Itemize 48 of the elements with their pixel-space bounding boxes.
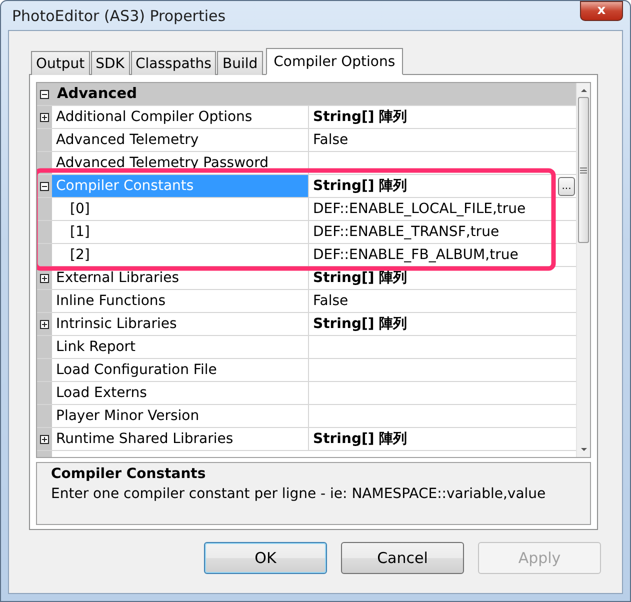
property-value: DEF::ENABLE_FB_ALBUM,true <box>313 247 518 263</box>
expand-icon[interactable] <box>40 434 49 444</box>
dialog-button[interactable]: Cancel <box>341 542 464 574</box>
description-title: Compiler Constants <box>51 466 207 482</box>
tab[interactable]: SDK <box>90 51 130 75</box>
property-name[interactable]: Load Externs <box>52 382 309 404</box>
collapse-icon[interactable] <box>40 182 49 190</box>
scroll-up-icon[interactable] <box>580 89 586 92</box>
tab[interactable]: Build <box>217 51 263 75</box>
property-name[interactable]: Load Configuration File <box>52 359 309 381</box>
category-label: Advanced <box>56 85 137 104</box>
collapse-icon[interactable] <box>40 90 49 98</box>
property-value: String[] 陣列 <box>313 315 408 333</box>
property-value: False <box>313 293 348 309</box>
scroll-thumb[interactable] <box>578 97 589 243</box>
property-value: String[] 陣列 <box>313 430 408 448</box>
tab[interactable]: Compiler Options <box>266 48 404 75</box>
property-name[interactable]: External Libraries <box>52 267 309 289</box>
property-name[interactable]: Advanced Telemetry <box>52 129 309 151</box>
property-value: DEF::ENABLE_TRANSF,true <box>313 224 500 240</box>
scrollbar[interactable] <box>576 83 590 457</box>
property-value: String[] 陣列 <box>313 108 408 126</box>
expand-icon[interactable] <box>40 320 49 328</box>
property-name[interactable]: Advanced Telemetry Password <box>52 152 309 174</box>
description-text: Enter one compiler constant per ligne - ie: NAMESPACE::variable,value <box>51 486 547 502</box>
property-name[interactable]: Additional Compiler Options <box>52 106 309 128</box>
ellipsis-button[interactable]: ... <box>558 176 575 196</box>
tab[interactable]: Output <box>31 51 90 75</box>
dialog-button[interactable]: OK <box>204 542 327 574</box>
property-name[interactable]: [0] <box>52 198 309 220</box>
property-value: String[] 陣列 <box>313 177 408 195</box>
property-name[interactable]: Player Minor Version <box>52 405 309 427</box>
window-title: PhotoEditor (AS3) Properties <box>11 6 226 24</box>
expand-icon[interactable] <box>40 112 49 122</box>
property-value: False <box>313 132 348 148</box>
tab[interactable]: Classpaths <box>130 51 216 75</box>
scroll-down-icon[interactable] <box>580 448 586 451</box>
expand-icon[interactable] <box>40 274 49 282</box>
property-name[interactable]: Runtime Shared Libraries <box>52 428 309 450</box>
grip-icon <box>580 167 587 173</box>
close-button[interactable]: x <box>580 1 623 21</box>
property-name[interactable]: Intrinsic Libraries <box>52 313 309 335</box>
property-name[interactable]: Link Report <box>52 336 309 358</box>
property-value: String[] 陣列 <box>313 269 408 287</box>
property-name[interactable]: [1] <box>52 221 309 243</box>
property-name[interactable]: [2] <box>52 244 309 266</box>
property-name[interactable]: Inline Functions <box>52 290 309 312</box>
property-value: DEF::ENABLE_LOCAL_FILE,true <box>313 201 526 217</box>
